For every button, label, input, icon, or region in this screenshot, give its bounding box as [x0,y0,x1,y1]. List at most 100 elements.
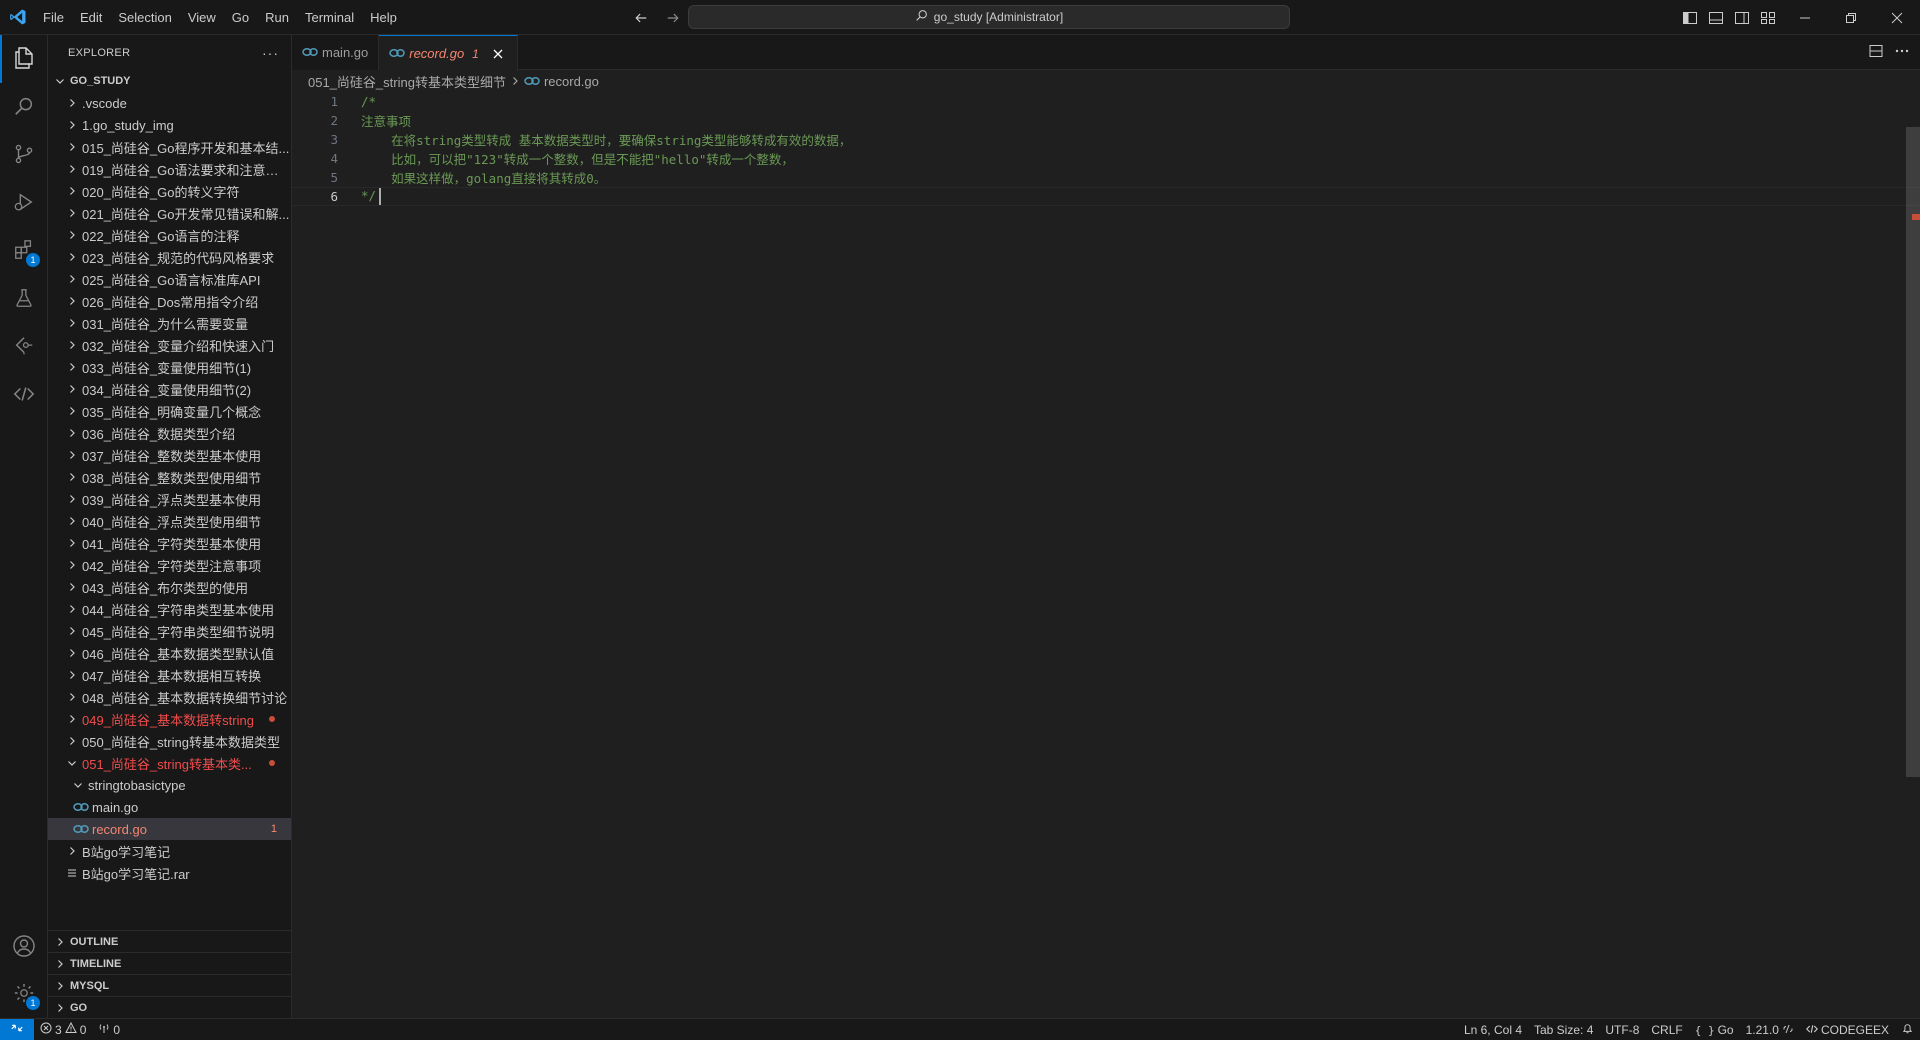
tree-folder[interactable]: 023_尚硅谷_规范的代码风格要求 [48,246,291,268]
go-version[interactable]: 1.21.0 [1740,1019,1800,1040]
tree-folder[interactable]: 031_尚硅谷_为什么需要变量 [48,312,291,334]
notifications-button[interactable] [1895,1019,1920,1040]
tree-file[interactable]: record.go 1 [48,818,291,840]
tree-file[interactable]: main.go [48,796,291,818]
tree-item-label: 015_尚硅谷_Go程序开发和基本结... [82,140,290,156]
tree-folder[interactable]: 019_尚硅谷_Go语法要求和注意事项 [48,158,291,180]
source-control-activity-button[interactable] [0,131,48,179]
git-graph-activity-button[interactable] [0,323,48,371]
section-outline[interactable]: OUTLINE [48,930,291,952]
workspace-root[interactable]: GO_STUDY [48,70,291,92]
tree-folder[interactable]: 049_尚硅谷_基本数据转string [48,708,291,730]
restore-icon[interactable] [1828,0,1874,35]
tree-folder[interactable]: 034_尚硅谷_变量使用细节(2) [48,378,291,400]
toggle-primary-sidebar-icon[interactable] [1680,8,1700,28]
menu-view[interactable]: View [180,0,224,35]
search-icon [915,9,928,25]
more-actions-icon[interactable] [1894,43,1910,62]
cursor-position[interactable]: Ln 6, Col 4 [1458,1019,1528,1040]
menu-edit[interactable]: Edit [72,0,110,35]
tree-subfolder[interactable]: stringtobasictype [48,774,291,796]
tree-file[interactable]: B站go学习笔记.rar [48,862,291,884]
end-of-line[interactable]: CRLF [1645,1019,1688,1040]
more-actions-button[interactable]: ··· [262,45,279,61]
tree-folder[interactable]: 042_尚硅谷_字符类型注意事项 [48,554,291,576]
remote-button[interactable] [0,1018,34,1040]
close-window-icon[interactable] [1874,0,1920,35]
tree-folder[interactable]: 015_尚硅谷_Go程序开发和基本结... [48,136,291,158]
tab-main-go[interactable]: main.go [292,35,380,70]
menu-file[interactable]: File [35,0,72,35]
tree-folder[interactable]: 051_尚硅谷_string转基本类... [48,752,291,774]
customize-layout-icon[interactable] [1758,8,1778,28]
editor-scrollbar[interactable] [1906,92,1920,1018]
tree-folder[interactable]: 036_尚硅谷_数据类型介绍 [48,422,291,444]
tree-folder[interactable]: 032_尚硅谷_变量介绍和快速入门 [48,334,291,356]
forward-arrow-icon[interactable] [662,7,684,29]
tree-folder[interactable]: 047_尚硅谷_基本数据相互转换 [48,664,291,686]
tree-folder[interactable]: 050_尚硅谷_string转基本数据类型 [48,730,291,752]
tree-folder[interactable]: 046_尚硅谷_基本数据类型默认值 [48,642,291,664]
command-center-search[interactable]: go_study [Administrator] [688,5,1290,29]
breadcrumb-folder[interactable]: 051_尚硅谷_string转基本类型细节 [308,72,506,91]
breadcrumb-file[interactable]: record.go [544,74,599,89]
tree-folder[interactable]: 037_尚硅谷_整数类型基本使用 [48,444,291,466]
accounts-activity-button[interactable] [0,923,48,971]
tree-folder[interactable]: 1.go_study_img [48,114,291,136]
testing-activity-button[interactable] [0,275,48,323]
menu-go[interactable]: Go [224,0,257,35]
menu-selection[interactable]: Selection [110,0,179,35]
tree-folder[interactable]: 020_尚硅谷_Go的转义字符 [48,180,291,202]
codegeex-activity-button[interactable] [0,371,48,419]
problems-status[interactable]: 3 0 [34,1019,92,1040]
encoding[interactable]: UTF-8 [1599,1019,1645,1040]
tree-folder[interactable]: 045_尚硅谷_字符串类型细节说明 [48,620,291,642]
tree-folder[interactable]: .vscode [48,92,291,114]
tree-folder[interactable]: 033_尚硅谷_变量使用细节(1) [48,356,291,378]
tree-folder[interactable]: 038_尚硅谷_整数类型使用细节 [48,466,291,488]
tree-folder[interactable]: 026_尚硅谷_Dos常用指令介绍 [48,290,291,312]
section-go[interactable]: GO [48,996,291,1018]
tab-record-go[interactable]: record.go 1 [379,35,518,71]
section-timeline[interactable]: TIMELINE [48,952,291,974]
tab-size[interactable]: Tab Size: 4 [1528,1019,1599,1040]
section-mysql[interactable]: MYSQL [48,974,291,996]
tree-folder[interactable]: 039_尚硅谷_浮点类型基本使用 [48,488,291,510]
tree-item-label: 020_尚硅谷_Go的转义字符 [82,184,240,200]
toggle-panel-icon[interactable] [1706,8,1726,28]
tree-folder[interactable]: 022_尚硅谷_Go语言的注释 [48,224,291,246]
minimize-icon[interactable] [1782,0,1828,35]
tree-item-label: 047_尚硅谷_基本数据相互转换 [82,668,262,684]
tree-folder[interactable]: 035_尚硅谷_明确变量几个概念 [48,400,291,422]
tree-folder[interactable]: 021_尚硅谷_Go开发常见错误和解... [48,202,291,224]
close-icon[interactable] [489,45,507,63]
tree-folder[interactable]: B站go学习笔记 [48,840,291,862]
menu-terminal[interactable]: Terminal [297,0,362,35]
codegeex-status[interactable]: CODEGEEX [1800,1019,1895,1040]
search-activity-button[interactable] [0,83,48,131]
back-arrow-icon[interactable] [630,7,652,29]
split-editor-icon[interactable] [1868,43,1884,62]
tree-folder[interactable]: 048_尚硅谷_基本数据转换细节讨论 [48,686,291,708]
manage-activity-button[interactable]: 1 [0,970,48,1018]
run-debug-activity-button[interactable] [0,179,48,227]
menu-run[interactable]: Run [257,0,297,35]
modified-dot-icon [269,716,275,722]
language-mode[interactable]: { } Go [1689,1019,1740,1040]
tree-folder[interactable]: 044_尚硅谷_字符串类型基本使用 [48,598,291,620]
tree-folder[interactable]: 025_尚硅谷_Go语言标准库API [48,268,291,290]
explorer-activity-button[interactable] [0,35,48,83]
toggle-secondary-sidebar-icon[interactable] [1732,8,1752,28]
scrollbar-thumb[interactable] [1906,127,1920,777]
extensions-activity-button[interactable]: 1 [0,227,48,275]
chevron-right-icon [64,381,80,397]
code-editor[interactable]: 1 /* 2 注意事项 3 在将string类型转成 基本数据类型时，要确保st… [292,92,1920,206]
tab-problem-count: 1 [472,46,479,61]
line-number: 4 [330,151,338,166]
ports-status[interactable]: 0 [92,1019,126,1040]
tree-folder[interactable]: 040_尚硅谷_浮点类型使用细节 [48,510,291,532]
tree-folder[interactable]: 043_尚硅谷_布尔类型的使用 [48,576,291,598]
tree-folder[interactable]: 041_尚硅谷_字符类型基本使用 [48,532,291,554]
menu-help[interactable]: Help [362,0,405,35]
chevron-right-icon [64,183,80,199]
